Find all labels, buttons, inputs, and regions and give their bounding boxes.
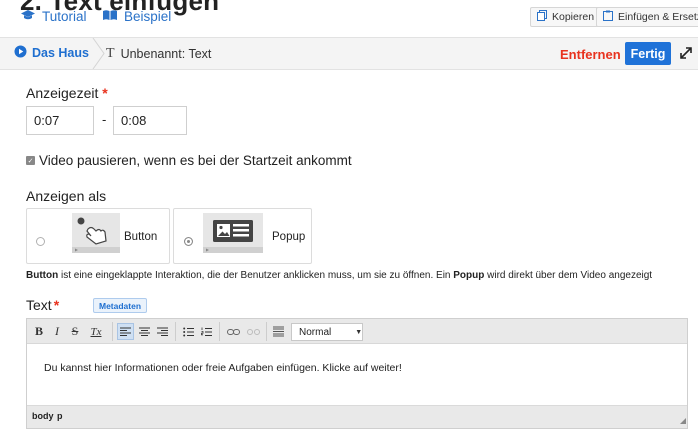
- editor-status-bar: [27, 405, 687, 428]
- done-button[interactable]: Fertig: [625, 42, 671, 65]
- toolbar-separator: [112, 322, 113, 341]
- resize-handle-icon[interactable]: [680, 418, 686, 424]
- option-button-radio[interactable]: [36, 237, 45, 246]
- unlink-button[interactable]: [244, 323, 262, 340]
- status-path-body[interactable]: body: [32, 411, 54, 421]
- display-time-label: Anzeigezeit *: [26, 85, 108, 101]
- numbered-list-button[interactable]: [198, 323, 214, 340]
- unlink-icon: [246, 328, 260, 335]
- tutorial-label: Tutorial: [42, 9, 87, 24]
- align-center-button[interactable]: [136, 323, 152, 340]
- open-book-icon: [102, 9, 118, 24]
- option-popup-label: Popup: [272, 231, 306, 243]
- option-button-label: Button: [124, 231, 158, 243]
- paste-replace-button[interactable]: Einfügen & Ersetzen: [596, 7, 698, 27]
- pause-video-checkbox[interactable]: ✓: [26, 156, 35, 165]
- required-marker: *: [102, 85, 108, 101]
- popup-card-icon: [203, 220, 263, 253]
- align-left-button[interactable]: [117, 323, 134, 340]
- tutorial-link[interactable]: Tutorial: [20, 9, 87, 24]
- text-required-marker: *: [53, 297, 60, 313]
- toolbar-separator: [175, 322, 176, 341]
- breadcrumb-separator: [92, 38, 105, 69]
- bold-button[interactable]: B: [32, 323, 46, 340]
- display-as-description: Button ist eine eingeklappte Interaktion…: [26, 270, 653, 281]
- numbered-list-icon: [200, 327, 212, 336]
- end-time-input[interactable]: [113, 106, 187, 135]
- align-right-button[interactable]: [154, 323, 170, 340]
- editor-content[interactable]: Du kannst hier Informationen oder freie …: [44, 362, 402, 374]
- remove-button[interactable]: Entfernen: [560, 47, 621, 62]
- toolbar-separator: [219, 322, 220, 341]
- paste-replace-label: Einfügen & Ersetzen: [618, 11, 698, 23]
- align-left-icon: [120, 327, 131, 336]
- format-select[interactable]: Normal ▼: [291, 323, 363, 341]
- breadcrumb-current: T Unbenannt: Text: [106, 46, 211, 62]
- text-type-icon: T: [106, 46, 115, 61]
- time-separator: -: [102, 112, 107, 127]
- align-center-icon: [138, 327, 150, 336]
- bulleted-list-button[interactable]: [180, 323, 196, 340]
- option-popup-radio[interactable]: [184, 237, 193, 246]
- start-time-input[interactable]: [26, 106, 94, 135]
- toolbar-separator: [266, 322, 267, 341]
- copy-button[interactable]: Kopieren: [530, 7, 602, 27]
- copy-icon: [537, 10, 547, 24]
- breadcrumb-root[interactable]: Das Haus: [14, 45, 89, 61]
- hand-pointer-icon: [72, 217, 120, 253]
- popup-thumbnail: [203, 213, 263, 253]
- copy-label: Kopieren: [552, 11, 595, 23]
- horizontal-rule-icon: [272, 326, 284, 337]
- example-label: Beispiel: [124, 9, 172, 24]
- expand-icon[interactable]: [678, 45, 694, 61]
- graduation-cap-icon: [20, 9, 36, 24]
- italic-button[interactable]: I: [50, 323, 64, 340]
- breadcrumb-root-label: Das Haus: [32, 46, 89, 60]
- strikethrough-button[interactable]: S: [68, 323, 82, 340]
- display-as-label: Anzeigen als: [26, 188, 107, 204]
- link-icon: [226, 328, 240, 335]
- format-select-value: Normal: [299, 326, 332, 338]
- link-button[interactable]: [224, 323, 242, 340]
- status-path-p[interactable]: p: [57, 411, 63, 421]
- button-thumbnail: [72, 213, 120, 253]
- chevron-down-icon: ▼: [355, 328, 363, 336]
- pause-video-label: Video pausieren, wenn es bei der Startze…: [39, 153, 352, 168]
- clear-format-button[interactable]: Tx: [86, 323, 106, 340]
- metadata-button[interactable]: Metadaten: [93, 298, 148, 313]
- play-circle-icon: [14, 45, 27, 61]
- pause-video-row[interactable]: ✓ Video pausieren, wenn es bei der Start…: [26, 153, 352, 168]
- bulleted-list-icon: [182, 327, 194, 336]
- example-link[interactable]: Beispiel: [102, 9, 171, 24]
- paste-icon: [603, 10, 613, 24]
- text-field-label: Text *: [26, 297, 60, 313]
- breadcrumb-current-label: Unbenannt: Text: [120, 47, 212, 61]
- horizontal-rule-button[interactable]: [270, 323, 286, 340]
- align-right-icon: [156, 327, 168, 336]
